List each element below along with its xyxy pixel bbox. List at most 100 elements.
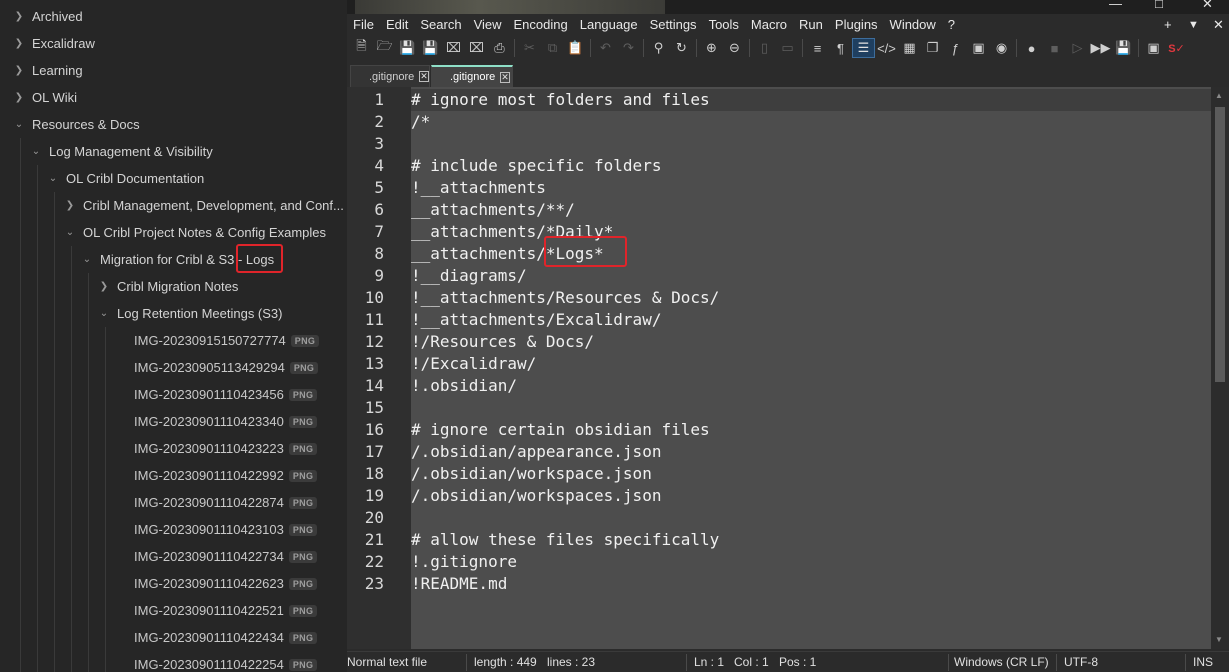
tree-file[interactable]: IMG-20230901110422734 PNG [0, 543, 347, 570]
status-encoding[interactable]: UTF-8 [1064, 655, 1098, 669]
tree-file[interactable]: IMG-20230915150727774 PNG [0, 327, 347, 354]
tree-file[interactable]: IMG-20230901110423456 PNG [0, 381, 347, 408]
tree-folder-resources-docs[interactable]: ⌄ Resources & Docs [0, 111, 347, 138]
menu-plugins[interactable]: Plugins [829, 14, 884, 36]
vertical-scrollbar[interactable]: ▲ ▼ [1211, 87, 1229, 649]
toolbar-separator [590, 39, 591, 57]
tree-file[interactable]: IMG-20230901110422521 PNG [0, 597, 347, 624]
tree-file[interactable]: IMG-20230905113429294 PNG [0, 354, 347, 381]
copy-icon[interactable]: ⧉ [541, 38, 564, 58]
tree-file[interactable]: IMG-20230901110423223 PNG [0, 435, 347, 462]
stop-macro-icon[interactable]: ■ [1043, 38, 1066, 58]
line-number: 8 [374, 244, 384, 263]
minimize-icon[interactable]: — [1109, 0, 1122, 11]
scroll-up-icon[interactable]: ▲ [1215, 91, 1223, 100]
monitoring-icon[interactable]: ◉ [990, 38, 1013, 58]
tree-folder-ol-cribl-project-notes[interactable]: ⌄ OL Cribl Project Notes & Config Exampl… [0, 219, 347, 246]
status-mode[interactable]: INS [1193, 655, 1213, 669]
toolbar-separator [1138, 39, 1139, 57]
find-icon[interactable]: ⚲ [647, 38, 670, 58]
tree-file[interactable]: IMG-20230901110422434 PNG [0, 624, 347, 651]
tree-folder-migration-cribl-s3-logs[interactable]: ⌄ Migration for Cribl & S3 - Logs [0, 246, 347, 273]
scrollbar-thumb[interactable] [1215, 107, 1225, 382]
close-all-icon[interactable]: ⌧ [465, 38, 488, 58]
status-eol[interactable]: Windows (CR LF) [954, 655, 1049, 669]
menu-edit[interactable]: Edit [380, 14, 414, 36]
close-window-icon[interactable]: ✕ [1202, 0, 1213, 12]
editor-area[interactable]: 1 2 3 4 5 6 7 8 9 10 11 12 13 14 15 16 17 18 19 20 21 22 23 # … [347, 87, 1211, 649]
save-all-icon[interactable]: 💾 [419, 38, 442, 58]
sync-horizontal-icon[interactable]: ▭ [776, 38, 799, 58]
tree-folder-excalidraw[interactable]: ❯ Excalidraw [0, 30, 347, 57]
tab-close-icon[interactable]: ✕ [419, 71, 429, 82]
tree-folder-log-management[interactable]: ⌄ Log Management & Visibility [0, 138, 347, 165]
tab-label: .gitignore [369, 70, 415, 83]
redo-icon[interactable]: ↷ [617, 38, 640, 58]
tree-file[interactable]: IMG-20230901110422254 PNG [0, 651, 347, 672]
spell-check-icon[interactable]: S✓ [1165, 38, 1188, 58]
zoom-in-icon[interactable]: ⊕ [700, 38, 723, 58]
menu-window[interactable]: Window [884, 14, 942, 36]
tree-folder-cribl-migration-notes[interactable]: ❯ Cribl Migration Notes [0, 273, 347, 300]
editor-text[interactable]: # ignore most folders and files /* # inclu… [411, 87, 1211, 649]
tree-folder-log-retention-meetings[interactable]: ⌄ Log Retention Meetings (S3) [0, 300, 347, 327]
document-list-icon[interactable]: ❐ [921, 38, 944, 58]
open-file-icon[interactable]: 🗁 [373, 38, 396, 58]
tree-folder-archived[interactable]: ❯ Archived [0, 3, 347, 30]
tree-folder-learning[interactable]: ❯ Learning [0, 57, 347, 84]
replace-icon[interactable]: ↻ [670, 38, 693, 58]
menu-language[interactable]: Language [574, 14, 644, 36]
paste-icon[interactable]: 📋 [564, 38, 587, 58]
tree-folder-ol-wiki[interactable]: ❯ OL Wiki [0, 84, 347, 111]
menu-file[interactable]: File [347, 14, 380, 36]
tree-file[interactable]: IMG-20230901110422623 PNG [0, 570, 347, 597]
maximize-icon[interactable]: □ [1155, 0, 1163, 11]
word-wrap-icon[interactable]: ≡ [806, 38, 829, 58]
tree-folder-cribl-management[interactable]: ❯ Cribl Management, Development, and Con… [0, 192, 347, 219]
tree-file[interactable]: IMG-20230901110422874 PNG [0, 489, 347, 516]
print-icon[interactable]: ⎙ [488, 38, 511, 58]
show-all-chars-icon[interactable]: ¶ [829, 38, 852, 58]
file-label: IMG-20230901110422874 [134, 495, 284, 510]
json-viewer-icon[interactable]: ▣ [1142, 38, 1165, 58]
chevron-down-icon: ⌄ [14, 119, 24, 130]
cut-icon[interactable]: ✂ [518, 38, 541, 58]
tab-close-icon[interactable]: ✕ [500, 71, 510, 83]
menu-run[interactable]: Run [793, 14, 829, 36]
folder-workspace-icon[interactable]: ▣ [967, 38, 990, 58]
xml-tag-icon[interactable]: </> [875, 38, 898, 58]
code-line: !__diagrams/ [411, 266, 527, 285]
run-macro-multiple-icon[interactable]: ▶▶ [1089, 38, 1112, 58]
sync-vertical-icon[interactable]: ▯ [753, 38, 776, 58]
tree-file[interactable]: IMG-20230901110423340 PNG [0, 408, 347, 435]
close-file-icon[interactable]: ⌧ [442, 38, 465, 58]
undo-icon[interactable]: ↶ [594, 38, 617, 58]
menu-settings[interactable]: Settings [644, 14, 703, 36]
new-tab-plus-icon[interactable]: + [1164, 14, 1172, 36]
menu-view[interactable]: View [468, 14, 508, 36]
tab-list-dropdown-icon[interactable]: ▼ [1188, 14, 1199, 36]
menu-help[interactable]: ? [942, 14, 961, 36]
document-map-icon[interactable]: ▦ [898, 38, 921, 58]
save-macro-icon[interactable]: 💾 [1112, 38, 1135, 58]
new-file-icon[interactable]: 🗎 [350, 38, 373, 58]
play-macro-icon[interactable]: ▷ [1066, 38, 1089, 58]
status-separator [466, 654, 467, 671]
function-list-icon[interactable]: ƒ [944, 38, 967, 58]
menu-macro[interactable]: Macro [745, 14, 793, 36]
menu-search[interactable]: Search [414, 14, 467, 36]
line-number: 19 [364, 486, 384, 505]
tree-folder-ol-cribl-documentation[interactable]: ⌄ OL Cribl Documentation [0, 165, 347, 192]
menu-encoding[interactable]: Encoding [508, 14, 574, 36]
save-icon[interactable]: 💾 [396, 38, 419, 58]
tree-file[interactable]: IMG-20230901110423103 PNG [0, 516, 347, 543]
close-doc-icon[interactable]: ✕ [1213, 14, 1224, 36]
menu-tools[interactable]: Tools [703, 14, 745, 36]
tab-gitignore-active[interactable]: .gitignore ✕ [431, 65, 513, 87]
tree-file[interactable]: IMG-20230901110422992 PNG [0, 462, 347, 489]
tab-gitignore[interactable]: .gitignore ✕ [350, 65, 430, 87]
scroll-down-icon[interactable]: ▼ [1215, 635, 1223, 644]
zoom-out-icon[interactable]: ⊖ [723, 38, 746, 58]
record-macro-icon[interactable]: ● [1020, 38, 1043, 58]
indent-guide-icon[interactable]: ☰ [852, 38, 875, 58]
